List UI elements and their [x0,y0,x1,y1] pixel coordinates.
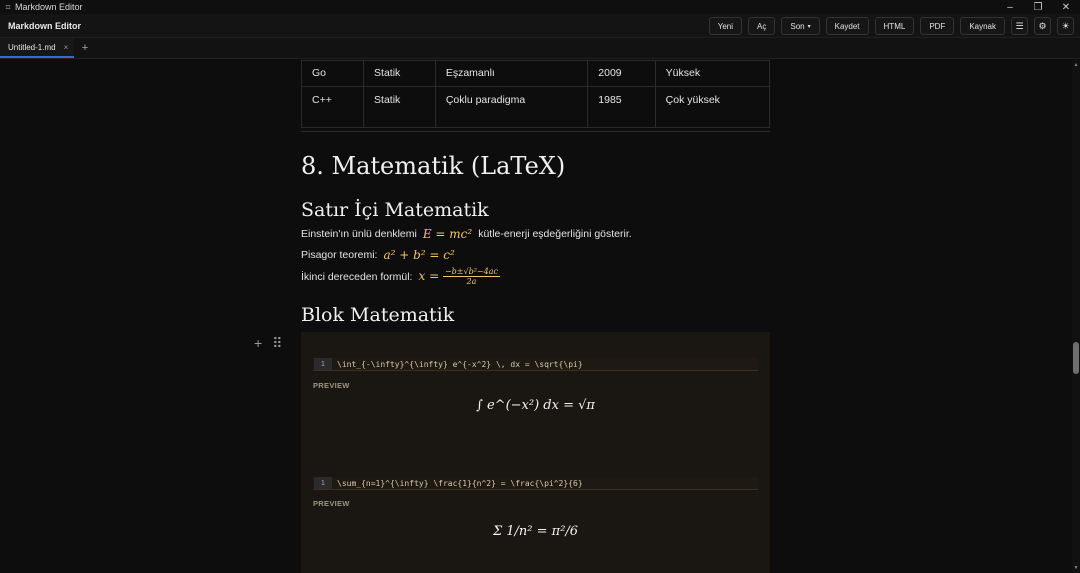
paragraph-quadratic: İkinci dereceden formül: x = −b±√b²−4ac … [301,267,500,286]
scroll-down-icon[interactable]: ▼ [1073,565,1079,571]
table-row: C++ Statik Çoklu paradigma 1985 Çok yüks… [300,86,771,128]
new-button[interactable]: Yeni [708,17,743,35]
fraction: −b±√b²−4ac 2a [442,267,500,286]
tab-untitled[interactable]: Untitled-1.md × [0,38,74,58]
tab-bar: Untitled-1.md × + [0,38,1080,59]
rendered-equation: ∫ e^(−x²) dx = √π [476,398,595,413]
section-heading: 8. Matematik (LaTeX) [301,152,566,180]
vertical-scrollbar[interactable]: ▲ ▼ [1072,60,1080,573]
window-titlebar: ⌗ Markdown Editor – ❐ ✕ [0,0,1080,14]
source-button[interactable]: Kaynak [960,17,1005,35]
recent-label: Son [790,21,805,31]
math-preview: Σ 1/n² = π²/6 [301,524,770,539]
math-blocks: 1 \int_{-\infty}^{\infty} e^{-x^2} \, dx… [301,332,770,573]
recent-button[interactable]: Son ▾ [781,17,820,35]
restore-icon[interactable]: ❐ [1024,0,1052,14]
text: İkinci dereceden formül: [301,270,413,283]
code-line[interactable]: 1 \int_{-\infty}^{\infty} e^{-x^2} \, dx… [313,358,758,371]
close-window-icon[interactable]: ✕ [1052,0,1080,14]
table-cell: Eşzamanlı [434,60,589,87]
rendered-equation: Σ 1/n² = π²/6 [492,524,579,539]
line-number: 1 [314,477,332,489]
app-toolbar: Markdown Editor Yeni Aç Son ▾ Kaydet HTM… [0,14,1080,38]
inline-math: E = mc² [422,227,473,241]
table-cell: Çoklu paradigma [434,86,589,128]
fraction-numerator: −b±√b²−4ac [442,267,500,277]
block-math-heading: Blok Matematik [301,304,455,326]
paragraph-einstein: Einstein'ın ünlü denklemi E = mc² kütle-… [301,227,632,241]
text: Einstein'ın ünlü denklemi [301,228,417,240]
window-controls: – ❐ ✕ [996,0,1080,14]
text: Pisagor teoremi: [301,249,378,261]
math-preview: ∫ e^(−x²) dx = √π [301,398,770,413]
block-handle: + ⠿ [254,335,282,352]
app-brand: Markdown Editor [8,20,82,31]
preview-label: PREVIEW [313,499,350,508]
tab-label: Untitled-1.md [8,42,56,52]
math-lhs: x = [418,269,440,283]
export-html-button[interactable]: HTML [874,17,915,35]
preview-label: PREVIEW [313,381,350,390]
table-cell: Statik [363,60,436,87]
drag-handle-icon[interactable]: ⠿ [272,335,282,352]
paragraph-pythagoras: Pisagor teoremi: a² + b² = c² [301,248,455,262]
horizontal-rule [301,131,770,132]
toolbar-buttons: Yeni Aç Son ▾ Kaydet HTML PDF Kaynak ☰ ⚙… [708,17,1074,35]
minimize-icon[interactable]: – [996,0,1024,14]
add-block-icon[interactable]: + [254,335,262,352]
table-cell: Statik [363,86,436,128]
theme-toggle-icon[interactable]: ☀ [1057,17,1074,35]
export-pdf-button[interactable]: PDF [920,17,955,35]
table-cell: 1985 [587,86,656,128]
open-button[interactable]: Aç [748,17,776,35]
save-button[interactable]: Kaydet [825,17,869,35]
code-line[interactable]: 1 \sum_{n=1}^{\infty} \frac{1}{n^2} = \f… [313,477,758,490]
latex-source[interactable]: \int_{-\infty}^{\infty} e^{-x^2} \, dx =… [337,360,583,369]
scroll-up-icon[interactable]: ▲ [1073,62,1079,68]
table-cell: Go [300,60,365,87]
line-number: 1 [314,358,332,370]
inline-math: x = −b±√b²−4ac 2a [418,267,500,286]
close-tab-icon[interactable]: × [64,43,69,52]
markdown-icon: ⌗ [5,1,11,12]
inline-math: a² + b² = c² [383,248,455,262]
table-cell: Çok yüksek [654,86,771,128]
table-cell: Yüksek [654,60,771,87]
language-table: Go Statik Eşzamanlı 2009 Yüksek C++ Stat… [300,60,771,128]
table-row: Go Statik Eşzamanlı 2009 Yüksek [300,60,771,87]
editor-area[interactable]: Go Statik Eşzamanlı 2009 Yüksek C++ Stat… [0,60,1080,573]
chevron-down-icon: ▾ [807,23,811,30]
add-tab-icon[interactable]: + [76,38,94,58]
outline-icon[interactable]: ☰ [1011,17,1028,35]
latex-source[interactable]: \sum_{n=1}^{\infty} \frac{1}{n^2} = \fra… [337,479,583,488]
window-title: Markdown Editor [15,2,83,12]
text: kütle-enerji eşdeğerliğini gösterir. [478,228,632,240]
settings-icon[interactable]: ⚙ [1034,17,1051,35]
table-cell: 2009 [587,60,656,87]
table-cell: C++ [300,86,365,128]
inline-math-heading: Satır İçi Matematik [301,199,489,221]
scrollbar-thumb[interactable] [1073,342,1079,374]
fraction-denominator: 2a [466,277,477,286]
